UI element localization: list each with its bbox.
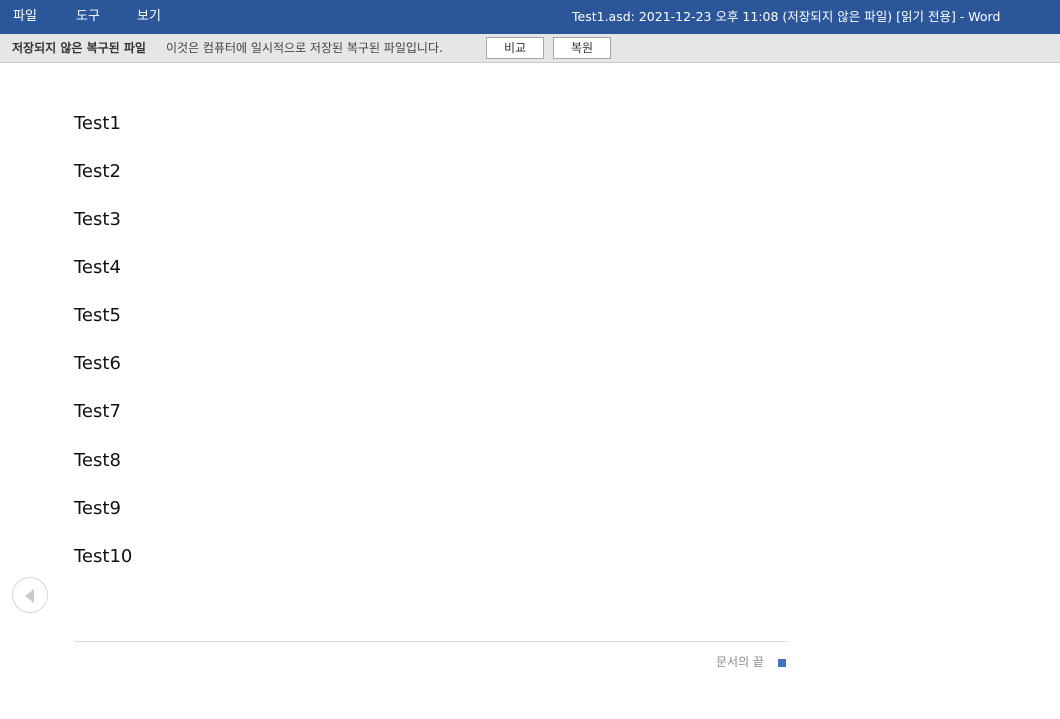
menu-view[interactable]: 보기 [137,0,161,34]
menu-file[interactable]: 파일 [13,0,37,34]
menu-tools[interactable]: 도구 [76,0,100,34]
end-of-document-marker-icon [778,659,786,667]
document-paragraph: Test6 [74,353,121,374]
document-paragraph: Test2 [74,161,121,182]
chevron-left-circle-icon [25,589,34,603]
restore-button[interactable]: 복원 [553,37,611,59]
document-paragraph: Test8 [74,450,121,471]
end-of-document-label: 문서의 끝 [716,655,764,669]
document-paragraph: Test5 [74,305,121,326]
compare-button[interactable]: 비교 [486,37,544,59]
previous-page-button[interactable] [12,577,48,613]
document-paragraph: Test1 [74,113,121,134]
window-title: Test1.asd: 2021-12-23 오후 11:08 (저장되지 않은 … [572,9,1001,24]
info-bar-label: 저장되지 않은 복구된 파일 [12,41,146,55]
document-paragraph: Test4 [74,257,121,278]
document-paragraph: Test10 [74,546,133,567]
document-paragraph: Test3 [74,209,121,230]
title-bar: 파일 도구 보기 Test1.asd: 2021-12-23 오후 11:08 … [0,0,1060,34]
recovery-info-bar: 저장되지 않은 복구된 파일 이것은 컴퓨터에 일시적으로 저장된 복구된 파일… [0,34,1060,63]
document-paragraph: Test9 [74,498,121,519]
info-bar-message: 이것은 컴퓨터에 일시적으로 저장된 복구된 파일입니다. [166,41,443,55]
document-paragraph: Test7 [74,401,121,422]
end-of-document-rule [74,641,787,642]
